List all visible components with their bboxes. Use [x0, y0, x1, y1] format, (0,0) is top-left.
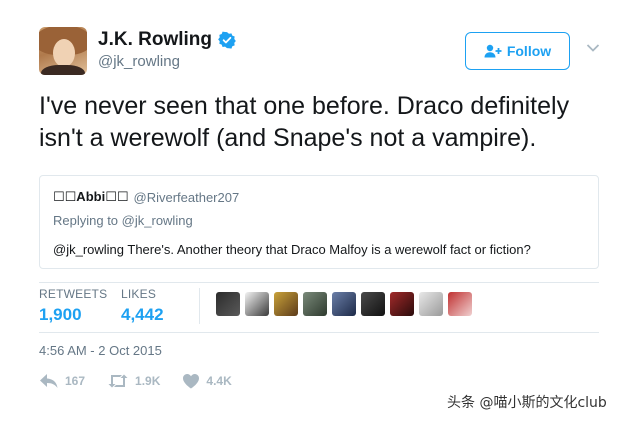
liker-avatar[interactable] — [274, 292, 298, 316]
tweet-timestamp[interactable]: 4:56 AM - 2 Oct 2015 — [39, 343, 162, 358]
follow-button[interactable]: Follow — [465, 32, 570, 70]
quoted-tweet[interactable]: ☐☐Abbi☐☐ @Riverfeather207 Replying to @j… — [39, 175, 599, 269]
chevron-down-icon[interactable] — [586, 43, 600, 53]
tweet-text: I've never seen that one before. Draco d… — [39, 90, 599, 154]
author-handle[interactable]: @jk_rowling — [98, 53, 180, 70]
like-button[interactable]: 4.4K — [182, 373, 232, 389]
liker-avatar[interactable] — [245, 292, 269, 316]
retweets-label: RETWEETS — [39, 287, 108, 301]
quoted-replying-to: Replying to @jk_rowling — [53, 213, 193, 228]
reply-icon — [40, 374, 58, 388]
divider — [39, 282, 599, 283]
tweet-text-line-1: I've never seen that one before. Draco d… — [39, 92, 570, 120]
retweet-count: 1.9K — [135, 374, 161, 388]
likes-label: LIKES — [121, 287, 157, 301]
quoted-tweet-header: ☐☐Abbi☐☐ @Riverfeather207 — [53, 189, 239, 205]
replying-to-handle-link[interactable]: @jk_rowling — [122, 213, 193, 228]
liker-avatar[interactable] — [303, 292, 327, 316]
like-count: 4.4K — [206, 374, 232, 388]
retweets-count: 1,900 — [39, 305, 82, 324]
replying-to-prefix: Replying to — [53, 213, 119, 228]
heart-icon — [183, 374, 200, 389]
reply-button[interactable]: 167 — [39, 373, 85, 389]
likes-stat[interactable]: LIKES 4,442 — [121, 287, 164, 325]
retweets-stat[interactable]: RETWEETS 1,900 — [39, 287, 107, 325]
liker-avatar[interactable] — [448, 292, 472, 316]
author-display-name[interactable]: J.K. Rowling — [98, 29, 212, 51]
liker-avatar[interactable] — [390, 292, 414, 316]
liker-avatar[interactable] — [216, 292, 240, 316]
follow-button-label: Follow — [506, 43, 552, 59]
quoted-author-name: ☐☐Abbi☐☐ — [53, 189, 129, 204]
likes-count: 4,442 — [121, 305, 164, 324]
tweet-actions: 167 1.9K 4.4K — [39, 373, 254, 389]
liker-avatar[interactable] — [361, 292, 385, 316]
add-user-icon — [484, 44, 502, 58]
tweet-card: J.K. Rowling @jk_rowling Follow I've nev… — [0, 0, 638, 421]
author-name-row: J.K. Rowling — [98, 29, 236, 51]
author-avatar[interactable] — [39, 27, 87, 75]
liker-avatar[interactable] — [332, 292, 356, 316]
quoted-author-handle: @Riverfeather207 — [133, 189, 240, 205]
quoted-tweet-text: @jk_rowling There's. Another theory that… — [53, 242, 531, 257]
likers-avatars — [216, 292, 477, 316]
liker-avatar[interactable] — [419, 292, 443, 316]
retweet-button[interactable]: 1.9K — [107, 373, 160, 389]
watermark: 头条 @喵小斯的文化club — [447, 395, 607, 411]
divider — [39, 332, 599, 333]
divider — [199, 288, 200, 324]
tweet-text-line-2: isn't a werewolf (and Snape's not a vamp… — [39, 124, 537, 152]
reply-count: 167 — [65, 374, 86, 388]
retweet-icon — [108, 374, 128, 388]
verified-badge-icon — [218, 31, 236, 49]
